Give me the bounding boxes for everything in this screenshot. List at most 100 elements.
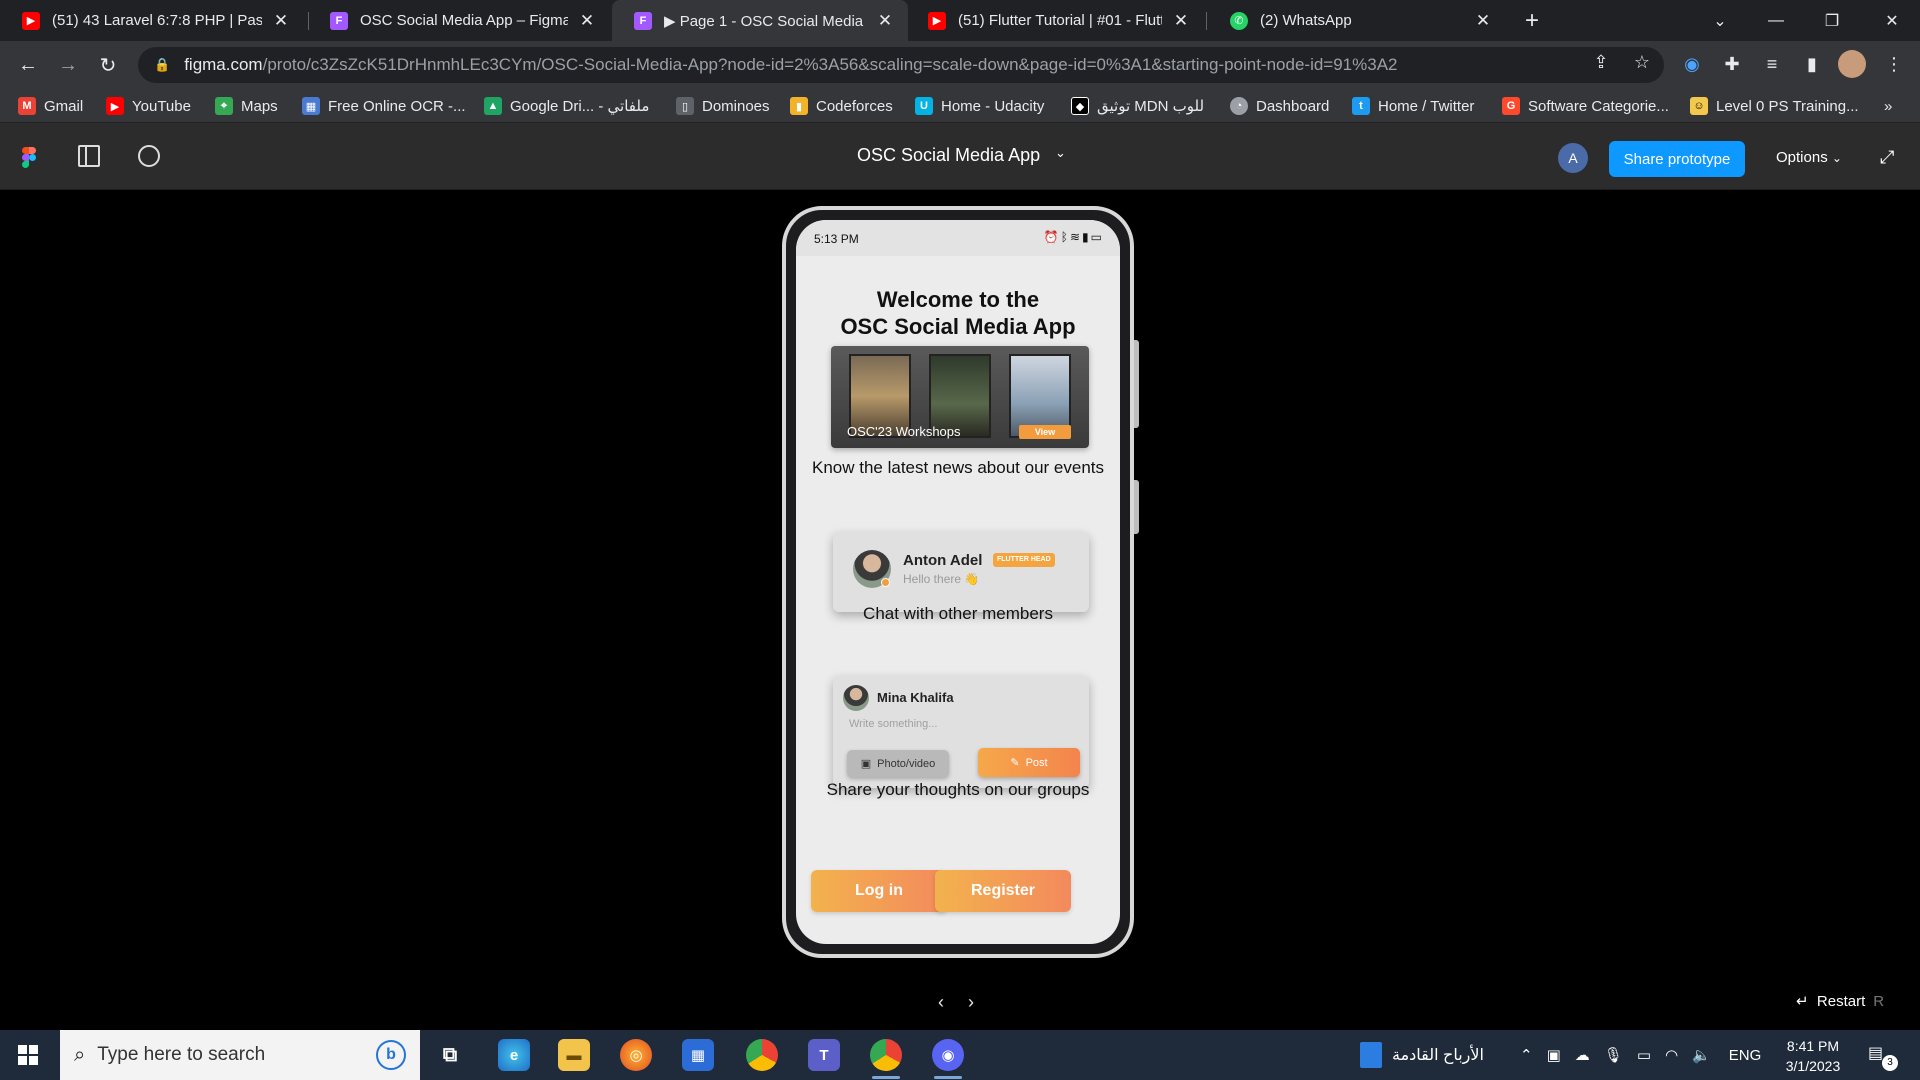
meet-now-icon[interactable]: ▣ xyxy=(1547,1046,1561,1064)
bookmark-dashboard[interactable]: ◔ Dashboard xyxy=(1230,95,1329,117)
close-icon[interactable]: ✕ xyxy=(1172,11,1190,31)
chevron-right-icon: › xyxy=(968,992,974,1012)
firefox-icon[interactable]: ◎ xyxy=(620,1039,652,1071)
previous-frame-button[interactable]: ‹ xyxy=(938,992,944,1013)
bookmark-g2[interactable]: G Software Categorie... xyxy=(1502,95,1669,117)
browser-tab[interactable]: ▶ (51) 43 Laravel 6:7:8 PHP | Passpo ✕ xyxy=(0,0,304,41)
bookmark-youtube[interactable]: ▶ YouTube xyxy=(106,95,191,117)
browser-tab[interactable]: F OSC Social Media App – Figma ✕ xyxy=(308,0,610,41)
menu-icon[interactable]: ⋮ xyxy=(1880,50,1908,78)
teams-icon[interactable]: T xyxy=(808,1039,840,1071)
bookmark-codeforces[interactable]: ▮ Codeforces xyxy=(790,95,893,117)
tab-title: (51) 43 Laravel 6:7:8 PHP | Passpo xyxy=(52,12,262,29)
chrome-active-icon[interactable] xyxy=(870,1039,902,1071)
bookmark-maps[interactable]: ⌖ Maps xyxy=(215,95,278,117)
post-button[interactable]: ✎ Post xyxy=(978,748,1080,777)
banner-view-button[interactable]: View xyxy=(1019,425,1071,439)
microphone-icon[interactable]: 🎙 xyxy=(1604,1046,1623,1064)
tab-title: ▶ Page 1 - OSC Social Media Ap xyxy=(664,12,866,30)
share-prototype-button[interactable]: Share prototype xyxy=(1609,141,1745,177)
workshops-banner[interactable]: OSC'23 Workshops View xyxy=(831,346,1089,448)
browser-tab-active[interactable]: F ▶ Page 1 - OSC Social Media Ap ✕ xyxy=(612,0,908,41)
bookmark-label: Dominoes xyxy=(702,97,770,115)
file-title[interactable]: OSC Social Media App xyxy=(857,145,1040,166)
caption-news: Know the latest news about our events xyxy=(811,458,1104,477)
close-icon[interactable]: ✕ xyxy=(1474,11,1492,31)
bookmark-drive[interactable]: ▲ Google Dri... - ملفاتي xyxy=(484,95,649,117)
bookmark-ocr[interactable]: ▦ Free Online OCR -... xyxy=(302,95,466,117)
side-panel-icon[interactable]: ▮ xyxy=(1798,50,1826,78)
chat-preview-card[interactable]: Anton Adel FLUTTER HEAD Hello there 👋 xyxy=(833,532,1089,612)
browser-tab[interactable]: ▶ (51) Flutter Tutorial | #01 - Flutte ✕ xyxy=(906,0,1204,41)
figma-logo-part xyxy=(22,154,29,161)
status-icons: ⏰ᛒ≋▮▭ xyxy=(1044,230,1104,244)
discord-icon[interactable]: ◉ xyxy=(932,1039,964,1071)
close-icon[interactable]: ✕ xyxy=(578,11,596,31)
comment-icon[interactable] xyxy=(138,145,160,167)
status-time: 5:13 PM xyxy=(814,232,859,246)
login-button[interactable]: Log in xyxy=(811,870,947,912)
register-button[interactable]: Register xyxy=(935,870,1071,912)
user-avatar[interactable]: A xyxy=(1558,143,1588,173)
back-button[interactable]: ← xyxy=(12,49,44,81)
close-icon[interactable]: ✕ xyxy=(876,11,894,31)
bookmark-dominoes[interactable]: ▯ Dominoes xyxy=(676,95,770,117)
puzzle-icon[interactable]: ✚ xyxy=(1718,50,1746,78)
bookmark-twitter[interactable]: t Home / Twitter xyxy=(1352,95,1474,117)
chrome-icon[interactable] xyxy=(746,1039,778,1071)
next-frame-button[interactable]: › xyxy=(968,992,974,1013)
restart-button[interactable]: ↵ Restart R xyxy=(1796,992,1884,1010)
task-view-icon[interactable]: ⧉ xyxy=(434,1039,466,1071)
minimize-button[interactable]: — xyxy=(1748,0,1804,41)
input-language[interactable]: ENG xyxy=(1729,1047,1762,1064)
media-control-icon[interactable]: ≡ xyxy=(1758,50,1786,78)
close-icon[interactable]: ✕ xyxy=(272,11,290,31)
figma-logo-part xyxy=(29,147,36,154)
system-clock[interactable]: 8:41 PM 3/1/2023 xyxy=(1778,1036,1848,1076)
extension-icon[interactable]: ◉ xyxy=(1678,50,1706,78)
bookmark-gmail[interactable]: M Gmail xyxy=(18,95,83,117)
bookmark-mdn[interactable]: ◆ توثيق MDN للوب xyxy=(1071,95,1204,117)
bing-icon[interactable]: b xyxy=(376,1040,406,1070)
chevron-down-icon[interactable]: ⌄ xyxy=(1055,145,1066,161)
tab-search-button[interactable]: ⌄ xyxy=(1692,0,1748,41)
bookmark-training[interactable]: ☺ Level 0 PS Training... xyxy=(1690,95,1859,117)
profile-avatar[interactable] xyxy=(1838,50,1866,78)
options-menu[interactable]: Options ⌄ xyxy=(1776,149,1842,166)
new-tab-button[interactable]: + xyxy=(1504,0,1560,41)
composer-input[interactable]: Write something... xyxy=(849,718,937,730)
onedrive-icon[interactable]: ☁ xyxy=(1575,1046,1590,1064)
bookmarks-overflow[interactable]: » xyxy=(1884,95,1892,117)
bookmark-udacity[interactable]: U Home - Udacity xyxy=(915,95,1044,117)
photo-video-button[interactable]: ▣ Photo/video xyxy=(847,750,949,777)
reload-icon: ↻ xyxy=(99,54,117,77)
chevron-down-icon: ⌄ xyxy=(1831,151,1842,165)
battery-icon[interactable]: ▭ xyxy=(1637,1046,1651,1064)
store-icon[interactable]: ▦ xyxy=(682,1039,714,1071)
bookmark-label: YouTube xyxy=(132,97,191,115)
figma-logo-icon[interactable] xyxy=(22,147,36,169)
reload-button[interactable]: ↻ xyxy=(92,49,124,81)
volume-icon[interactable]: 🔈 xyxy=(1692,1046,1711,1064)
browser-tab[interactable]: ✆ (2) WhatsApp ✕ xyxy=(1208,0,1506,41)
bookmark-star-icon[interactable]: ☆ xyxy=(1630,50,1654,74)
search-placeholder: Type here to search xyxy=(97,1044,266,1065)
forward-button[interactable]: → xyxy=(52,49,84,81)
close-window-button[interactable]: ✕ xyxy=(1864,0,1920,41)
windows-start-icon[interactable] xyxy=(18,1045,38,1065)
edge-icon[interactable]: e xyxy=(498,1039,530,1071)
notification-center-icon[interactable]: ▤ 3 xyxy=(1868,1043,1898,1071)
tray-chevron-icon[interactable]: ⌃ xyxy=(1520,1046,1533,1064)
restore-button[interactable]: ❐ xyxy=(1804,0,1860,41)
signal-icon: ▮ xyxy=(1082,230,1091,244)
fullscreen-icon[interactable]: ⤢ xyxy=(1880,147,1894,168)
wifi-icon[interactable]: ◠ xyxy=(1665,1046,1678,1064)
taskbar-search[interactable]: ⌕ Type here to search b xyxy=(60,1030,420,1080)
bookmark-label: توثيق MDN للوب xyxy=(1097,98,1205,115)
file-explorer-icon[interactable]: ▬ xyxy=(558,1039,590,1071)
stock-widget[interactable]: الأرباح القادمة xyxy=(1360,1030,1484,1080)
sidebar-toggle-icon[interactable] xyxy=(78,145,100,167)
address-bar[interactable]: 🔒 figma.com/proto/c3ZsZcK51DrHnmhLEc3CYm… xyxy=(138,47,1664,83)
share-page-icon[interactable]: ⇪ xyxy=(1589,50,1613,74)
chevron-left-icon: ‹ xyxy=(938,992,944,1012)
